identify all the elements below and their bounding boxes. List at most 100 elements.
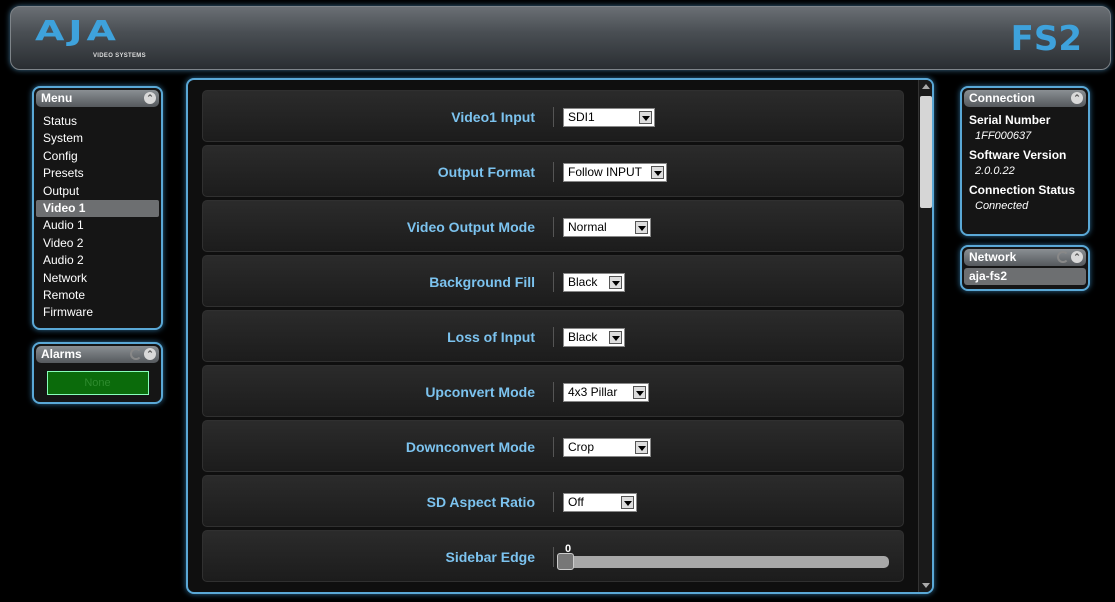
chevron-down-icon[interactable] [609, 276, 622, 289]
select-value: SDI1 [568, 110, 595, 124]
alarms-panel: Alarms ⌃ None [32, 342, 163, 404]
separator [553, 547, 554, 567]
menu-item-network[interactable]: Network [36, 270, 159, 287]
chevron-down-icon[interactable] [609, 331, 622, 344]
setting-label: SD Aspect Ratio [426, 494, 535, 510]
setting-row-sidebar-edge: Sidebar Edge 0 [202, 530, 904, 582]
setting-row-upconvert-mode: Upconvert Mode 4x3 Pillar [202, 365, 904, 417]
select-value: Black [568, 330, 598, 344]
sidebar-edge-slider-handle[interactable] [557, 553, 574, 570]
chevron-down-icon[interactable] [633, 386, 646, 399]
setting-label: Output Format [437, 164, 535, 180]
alarms-title: Alarms [41, 347, 82, 361]
connection-status-label: Connection Status [969, 183, 1076, 197]
menu-panel: Menu ⌃ Status System Config Presets Outp… [32, 86, 163, 330]
setting-label: Downconvert Mode [405, 439, 535, 455]
video-output-mode-select[interactable]: Normal [563, 218, 651, 237]
separator [553, 272, 554, 292]
separator [553, 437, 554, 457]
setting-row-background-fill: Background Fill Black [202, 255, 904, 307]
setting-label: Loss of Input [447, 329, 535, 345]
separator [553, 162, 554, 182]
scroll-thumb[interactable] [920, 96, 932, 208]
separator [553, 492, 554, 512]
connection-title: Connection [969, 91, 1035, 105]
serial-number-value: 1FF000637 [975, 130, 1032, 142]
upconvert-mode-select[interactable]: 4x3 Pillar [563, 383, 649, 402]
chevron-down-icon[interactable] [639, 111, 652, 124]
connection-panel-header: Connection ⌃ [964, 90, 1086, 107]
collapse-icon[interactable]: ⌃ [1071, 251, 1083, 263]
network-host-item[interactable]: aja-fs2 [964, 268, 1086, 285]
menu-title: Menu [41, 91, 73, 105]
collapse-icon[interactable]: ⌃ [144, 348, 156, 360]
setting-label: Sidebar Edge [445, 549, 535, 565]
menu-item-remote[interactable]: Remote [36, 287, 159, 304]
downconvert-mode-select[interactable]: Crop [563, 438, 651, 457]
menu-item-system[interactable]: System [36, 130, 159, 147]
network-title: Network [969, 250, 1017, 264]
separator [553, 217, 554, 237]
connection-status-value: Connected [975, 200, 1029, 212]
setting-row-video1-input: Video1 Input SDI1 [202, 90, 904, 142]
network-panel-header: Network ⌃ [964, 249, 1086, 266]
separator [553, 327, 554, 347]
output-format-select[interactable]: Follow INPUT [563, 163, 667, 182]
select-value: Normal [568, 220, 607, 234]
refresh-icon[interactable] [1057, 251, 1069, 263]
alarms-panel-header: Alarms ⌃ [36, 346, 159, 363]
menu-item-output[interactable]: Output [36, 183, 159, 200]
background-fill-select[interactable]: Black [563, 273, 625, 292]
loss-of-input-select[interactable]: Black [563, 328, 625, 347]
select-value: Follow INPUT [568, 165, 643, 179]
alarm-status-indicator: None [46, 371, 149, 395]
menu-item-audio-2[interactable]: Audio 2 [36, 252, 159, 269]
vertical-scrollbar[interactable] [918, 80, 932, 592]
sd-aspect-ratio-select[interactable]: Off [563, 493, 637, 512]
setting-row-loss-of-input: Loss of Input Black [202, 310, 904, 362]
setting-label: Video1 Input [451, 109, 535, 125]
settings-panel: Video1 Input SDI1 Output Format Follow I… [186, 78, 934, 594]
chevron-down-icon[interactable] [635, 441, 648, 454]
connection-panel: Connection ⌃ Serial Number 1FF000637 Sof… [960, 86, 1090, 236]
chevron-down-icon[interactable] [635, 221, 648, 234]
menu-item-firmware[interactable]: Firmware [36, 304, 159, 321]
network-panel: Network ⌃ aja-fs2 [960, 245, 1090, 291]
logo-subtitle: VIDEO SYSTEMS [93, 53, 146, 59]
serial-number-label: Serial Number [969, 113, 1051, 127]
collapse-icon[interactable]: ⌃ [144, 92, 156, 104]
software-version-value: 2.0.0.22 [975, 165, 1015, 177]
select-value: 4x3 Pillar [568, 385, 618, 399]
menu-item-video-1[interactable]: Video 1 [36, 199, 159, 218]
menu-item-video-2[interactable]: Video 2 [36, 235, 159, 252]
menu-item-audio-1[interactable]: Audio 1 [36, 217, 159, 234]
select-value: Crop [568, 440, 595, 454]
setting-label: Upconvert Mode [425, 384, 535, 400]
app-header: AJA VIDEO SYSTEMS FS2 [10, 6, 1111, 70]
scroll-down-icon[interactable] [919, 578, 932, 592]
collapse-icon[interactable]: ⌃ [1071, 92, 1083, 104]
select-value: Off [568, 495, 584, 509]
scroll-up-icon[interactable] [919, 80, 932, 94]
separator [553, 107, 554, 127]
sidebar-edge-slider-track[interactable] [564, 556, 889, 568]
chevron-down-icon[interactable] [651, 166, 664, 179]
menu-item-config[interactable]: Config [36, 148, 159, 165]
refresh-icon[interactable] [130, 348, 142, 360]
software-version-label: Software Version [969, 148, 1067, 162]
setting-label: Background Fill [429, 274, 535, 290]
setting-row-output-format: Output Format Follow INPUT [202, 145, 904, 197]
logo-mark: AJA [35, 14, 120, 47]
chevron-down-icon[interactable] [621, 496, 634, 509]
setting-label: Video Output Mode [406, 219, 535, 235]
select-value: Black [568, 275, 598, 289]
model-name: FS2 [1010, 19, 1082, 59]
separator [553, 382, 554, 402]
setting-row-video-output-mode: Video Output Mode Normal [202, 200, 904, 252]
menu-item-status[interactable]: Status [36, 113, 159, 130]
setting-row-downconvert-mode: Downconvert Mode Crop [202, 420, 904, 472]
setting-row-sd-aspect-ratio: SD Aspect Ratio Off [202, 475, 904, 527]
video1-input-select[interactable]: SDI1 [563, 108, 655, 127]
menu-item-presets[interactable]: Presets [36, 165, 159, 182]
aja-logo: AJA VIDEO SYSTEMS [35, 14, 185, 59]
